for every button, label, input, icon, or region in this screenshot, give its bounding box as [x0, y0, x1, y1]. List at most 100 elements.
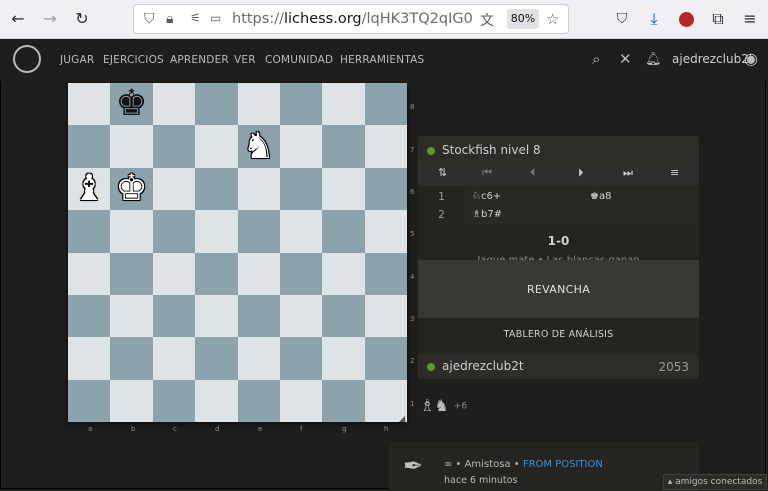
- square-g2[interactable]: [322, 337, 365, 380]
- prev-move-icon[interactable]: ⏴: [530, 166, 536, 180]
- next-move-icon[interactable]: ⏵: [578, 166, 584, 180]
- square-d6[interactable]: [195, 167, 238, 211]
- square-h7[interactable]: [364, 125, 407, 168]
- square-b8[interactable]: ♚: [110, 83, 153, 126]
- menu-icon[interactable]: ≡: [670, 166, 679, 179]
- nav-jugar[interactable]: JUGAR: [60, 54, 94, 66]
- rematch-button[interactable]: REVANCHA: [418, 260, 699, 318]
- square-f4[interactable]: [279, 252, 323, 295]
- square-b3[interactable]: [110, 294, 153, 338]
- square-f3[interactable]: [279, 294, 323, 338]
- analysis-board-button[interactable]: TABLERO DE ANÁLISIS: [418, 322, 699, 346]
- square-d7[interactable]: [195, 125, 238, 168]
- square-e7[interactable]: ♞: [237, 125, 280, 168]
- url-bar[interactable]: ⛉ 🔒︎ ⚟ ▭ https://lichess.org/lqHK3TQ2qIG…: [133, 4, 569, 34]
- from-position-link[interactable]: FROM POSITION: [523, 459, 603, 470]
- square-g4[interactable]: [322, 252, 365, 295]
- nav-ver[interactable]: VER: [234, 54, 256, 66]
- square-g7[interactable]: [322, 125, 365, 168]
- user-menu[interactable]: ajedrezclub2t: [672, 52, 754, 66]
- square-e6[interactable]: [237, 167, 280, 211]
- friends-online-button[interactable]: ▴ amigos conectados: [663, 474, 767, 490]
- back-icon[interactable]: ←: [8, 9, 28, 29]
- square-g8[interactable]: [322, 83, 365, 126]
- square-d2[interactable]: [195, 337, 238, 380]
- square-b7[interactable]: [110, 125, 153, 168]
- square-b4[interactable]: [110, 252, 153, 295]
- square-d1[interactable]: [195, 379, 238, 422]
- pocket-icon[interactable]: ⛉: [612, 9, 632, 29]
- reload-icon[interactable]: ↻: [72, 9, 92, 29]
- square-a1[interactable]: [68, 379, 111, 422]
- square-e8[interactable]: [237, 83, 280, 126]
- white-bishop-icon[interactable]: ♝: [73, 170, 105, 207]
- square-a3[interactable]: [68, 294, 111, 338]
- player-name[interactable]: ajedrezclub2t: [442, 359, 524, 373]
- square-h8[interactable]: [364, 83, 407, 126]
- opponent-name[interactable]: Stockfish nivel 8: [442, 143, 541, 157]
- square-c3[interactable]: [152, 294, 196, 338]
- square-e1[interactable]: [237, 379, 280, 422]
- square-a7[interactable]: [68, 125, 111, 168]
- square-c7[interactable]: [152, 125, 196, 168]
- nav-comunidad[interactable]: COMUNIDAD: [265, 54, 333, 66]
- square-c4[interactable]: [152, 252, 196, 295]
- search-icon[interactable]: ⌕: [592, 50, 600, 68]
- download-icon[interactable]: ⤓: [644, 9, 664, 29]
- chess-board[interactable]: ♚ ♞ ♝ ♚: [68, 83, 407, 422]
- square-g3[interactable]: [322, 294, 365, 338]
- white-king-icon[interactable]: ♚: [115, 170, 147, 207]
- first-move-icon[interactable]: ⏮: [482, 166, 492, 180]
- square-f2[interactable]: [279, 337, 323, 380]
- shield-icon[interactable]: ⛉: [144, 11, 155, 27]
- flip-board-icon[interactable]: ⇅: [438, 166, 447, 179]
- square-a4[interactable]: [68, 252, 111, 295]
- square-h3[interactable]: [364, 294, 407, 338]
- square-a8[interactable]: [68, 83, 111, 126]
- square-b2[interactable]: [110, 337, 153, 380]
- lichess-logo-icon[interactable]: [13, 45, 41, 73]
- square-g5[interactable]: [322, 210, 365, 253]
- nav-herramientas[interactable]: HERRAMIENTAS: [340, 54, 424, 66]
- square-c6[interactable]: [152, 167, 196, 211]
- square-b6[interactable]: ♚: [110, 167, 153, 211]
- square-d4[interactable]: [195, 252, 238, 295]
- square-h6[interactable]: [364, 167, 407, 211]
- square-a5[interactable]: [68, 210, 111, 253]
- square-g1[interactable]: [322, 379, 365, 422]
- square-f5[interactable]: [279, 210, 323, 253]
- black-king-icon[interactable]: ♚: [115, 86, 147, 122]
- square-f8[interactable]: [279, 83, 323, 126]
- permissions-icon[interactable]: ⚟: [190, 11, 201, 25]
- close-icon[interactable]: ✕: [619, 50, 632, 68]
- move-white[interactable]: ♗b7#: [472, 209, 502, 220]
- square-e4[interactable]: [237, 252, 280, 295]
- menu-icon[interactable]: ≡: [740, 9, 760, 29]
- square-c1[interactable]: [152, 379, 196, 422]
- bell-icon[interactable]: 🔔︎: [645, 52, 662, 67]
- square-h4[interactable]: [364, 252, 407, 295]
- square-e3[interactable]: [237, 294, 280, 338]
- square-c8[interactable]: [152, 83, 196, 126]
- zoom-level[interactable]: 80%: [507, 9, 539, 29]
- square-e5[interactable]: [237, 210, 280, 253]
- nav-ejercicios[interactable]: EJERCICIOS: [103, 54, 164, 66]
- move-white[interactable]: ♘c6+: [472, 191, 501, 202]
- square-b1[interactable]: [110, 379, 153, 422]
- square-g6[interactable]: [322, 167, 365, 211]
- translate-icon[interactable]: 文: [480, 10, 494, 30]
- white-knight-icon[interactable]: ♞: [243, 128, 275, 165]
- nav-aprender[interactable]: APRENDER: [170, 54, 229, 66]
- board-resize-handle[interactable]: ◢: [399, 414, 405, 423]
- square-e2[interactable]: [237, 337, 280, 380]
- bookmark-star-icon[interactable]: ☆: [546, 10, 559, 28]
- extension-avatar-icon[interactable]: [676, 9, 696, 29]
- square-a6[interactable]: ♝: [68, 167, 111, 211]
- user-avatar-icon[interactable]: ◉: [744, 49, 758, 68]
- last-move-icon[interactable]: ⏭: [623, 166, 633, 180]
- square-h5[interactable]: [364, 210, 407, 253]
- square-f1[interactable]: [279, 379, 323, 422]
- forward-icon[interactable]: →: [40, 9, 60, 29]
- square-f6[interactable]: [279, 167, 323, 211]
- square-c2[interactable]: [152, 337, 196, 380]
